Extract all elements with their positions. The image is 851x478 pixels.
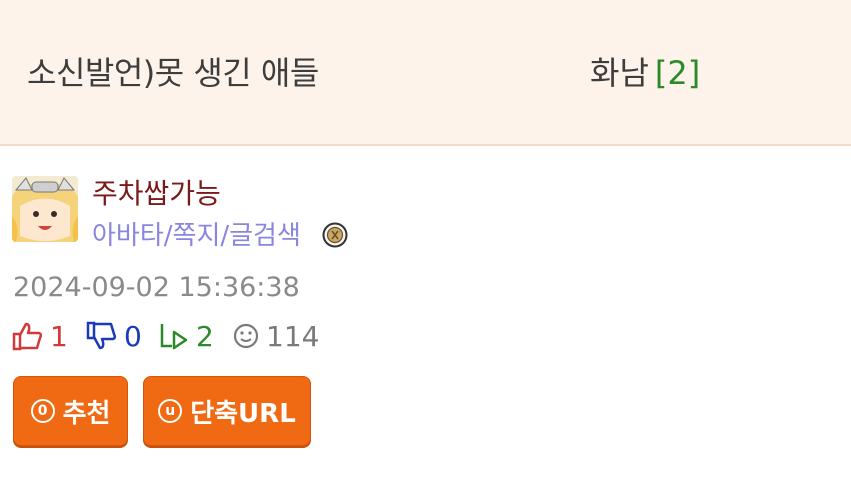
reply-stat[interactable]: 2 [158,318,214,354]
views-stat: 114 [232,318,319,354]
recommend-icon: 0 [30,399,55,423]
post-header: 소신발언)못 생긴 애들 화남 [2] [0,0,851,146]
reply-icon [158,320,190,352]
downvote-count: 0 [124,319,142,353]
post-author[interactable]: 화남 [2] [590,48,700,94]
views-count: 114 [266,319,320,353]
smiley-icon [232,322,260,350]
thumbs-up-icon [12,320,44,352]
post-datetime: 2024-09-02 15:36:38 [13,272,300,303]
comment-count[interactable]: [2] [655,54,700,92]
post-title: 소신발언)못 생긴 애들 [27,54,319,92]
recommend-label: 추천 [62,398,111,429]
level-badge-icon [322,222,348,248]
recommend-button[interactable]: 0 추천 [13,376,128,446]
upvote-count: 1 [50,319,68,353]
avatar[interactable] [12,176,78,242]
thumbs-down-icon [86,320,118,352]
short-url-icon: u [158,399,183,423]
upvote-stat[interactable]: 1 [12,318,68,354]
short-url-button[interactable]: u 단축URL [143,376,311,446]
user-links[interactable]: 아바타/쪽지/글검색 [92,215,301,252]
reply-count: 2 [196,319,214,353]
author-name[interactable]: 화남 [590,54,649,92]
user-nickname[interactable]: 주차쌉가능 [92,172,221,212]
downvote-stat[interactable]: 0 [86,318,142,354]
short-url-label: 단축URL [190,398,296,429]
